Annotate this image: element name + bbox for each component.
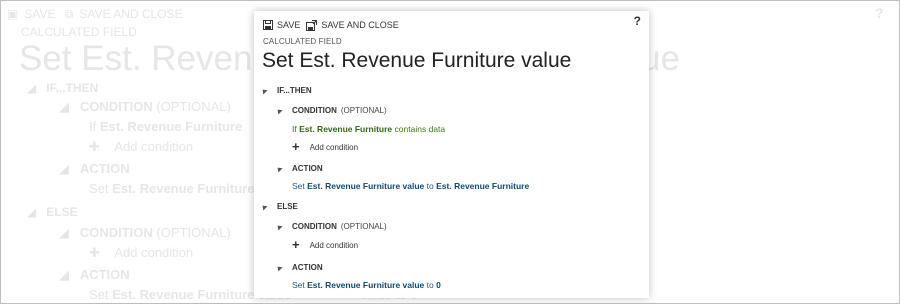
collapse-else-condition-icon[interactable] xyxy=(275,222,283,231)
action-target: Est. Revenue Furniture value xyxy=(307,181,425,191)
background-action: ◢ ACTION xyxy=(59,161,130,176)
condition-prefix: If xyxy=(292,124,297,134)
background-action-rule: Set Est. Revenue Furniture xyxy=(89,181,255,196)
else-add-condition-button[interactable]: + Add condition xyxy=(292,237,359,252)
collapse-else-action-icon[interactable] xyxy=(275,263,283,272)
background-help: ? xyxy=(875,5,884,21)
plus-icon: + xyxy=(292,237,300,252)
add-condition-label: Add condition xyxy=(309,142,359,152)
save-and-close-icon xyxy=(306,19,318,31)
background-add-condition: ✚ Add condition xyxy=(89,139,194,154)
background-condition: ◢ CONDITION (OPTIONAL) xyxy=(59,99,231,114)
condition-field: Est. Revenue Furniture xyxy=(299,124,393,134)
action-label: ACTION xyxy=(292,164,323,173)
add-condition-button[interactable]: + Add condition xyxy=(292,139,359,154)
condition-label: CONDITION xyxy=(292,106,337,115)
save-button[interactable]: SAVE xyxy=(263,20,300,30)
if-action-header[interactable]: ACTION xyxy=(275,164,323,173)
background-toolbar: ▣ SAVE ⧉ SAVE AND CLOSE xyxy=(7,7,189,22)
background-else-add-condition: ✚ Add condition xyxy=(89,245,194,260)
collapse-if-then-icon[interactable] xyxy=(260,86,268,95)
if-then-header[interactable]: IF...THEN xyxy=(260,86,312,95)
else-header[interactable]: ELSE xyxy=(260,202,298,211)
editor-kind-label: CALCULATED FIELD xyxy=(263,37,342,46)
page-title: Set Est. Revenue Furniture value xyxy=(262,49,572,72)
else-action-to: to xyxy=(426,280,434,290)
else-add-condition-label: Add condition xyxy=(309,240,359,250)
condition-operator: contains data xyxy=(394,124,446,134)
action-value: Est. Revenue Furniture xyxy=(436,181,530,191)
else-action-header[interactable]: ACTION xyxy=(275,263,323,272)
background-kind-label: CALCULATED FIELD xyxy=(21,25,137,39)
else-condition-header[interactable]: CONDITION (OPTIONAL) xyxy=(275,222,387,231)
collapse-action-icon[interactable] xyxy=(275,164,283,173)
else-action-value: 0 xyxy=(436,280,441,290)
save-label: SAVE xyxy=(277,20,301,30)
else-action-rule[interactable]: Set Est. Revenue Furniture value to 0 xyxy=(292,280,441,290)
calculated-field-dialog: SAVE SAVE AND CLOSE ? CALCULATED FIELD S… xyxy=(254,11,649,298)
action-prefix: Set xyxy=(292,181,305,191)
background-save-close-icon: ⧉ xyxy=(64,7,74,21)
dialog-toolbar: SAVE SAVE AND CLOSE xyxy=(263,17,405,33)
background-save-close-label: SAVE AND CLOSE xyxy=(79,7,183,21)
else-label: ELSE xyxy=(277,202,298,211)
background-condition-rule: If Est. Revenue Furniture xyxy=(89,119,243,134)
collapse-else-icon[interactable] xyxy=(260,202,268,211)
action-rule[interactable]: Set Est. Revenue Furniture value to Est.… xyxy=(292,181,529,191)
else-condition-label: CONDITION xyxy=(292,222,337,231)
else-condition-optional-label: (OPTIONAL) xyxy=(340,222,387,231)
background-save-icon: ▣ xyxy=(7,7,19,21)
plus-icon: + xyxy=(292,139,300,154)
if-then-label: IF...THEN xyxy=(277,86,312,95)
background-else-condition: ◢ CONDITION (OPTIONAL) xyxy=(59,225,231,240)
save-and-close-label: SAVE AND CLOSE xyxy=(321,20,399,30)
background-else: ◢ ELSE xyxy=(27,205,78,219)
save-icon xyxy=(263,20,273,30)
help-button[interactable]: ? xyxy=(634,14,641,28)
background-else-action: ◢ ACTION xyxy=(59,267,130,282)
else-action-prefix: Set xyxy=(292,280,305,290)
else-action-target: Est. Revenue Furniture value xyxy=(307,280,425,290)
background-save-label: SAVE xyxy=(24,7,56,21)
app-window: ▣ SAVE ⧉ SAVE AND CLOSE ? CALCULATED FIELD… xyxy=(0,0,900,304)
background-if-then: ◢ IF...THEN xyxy=(27,81,99,95)
save-and-close-button[interactable]: SAVE AND CLOSE xyxy=(306,19,399,31)
action-to: to xyxy=(426,181,434,191)
collapse-condition-icon[interactable] xyxy=(275,106,283,115)
condition-rule[interactable]: If Est. Revenue Furniture contains data xyxy=(292,124,445,134)
else-action-label: ACTION xyxy=(292,263,323,272)
if-condition-header[interactable]: CONDITION (OPTIONAL) xyxy=(275,106,387,115)
condition-optional-label: (OPTIONAL) xyxy=(340,106,387,115)
